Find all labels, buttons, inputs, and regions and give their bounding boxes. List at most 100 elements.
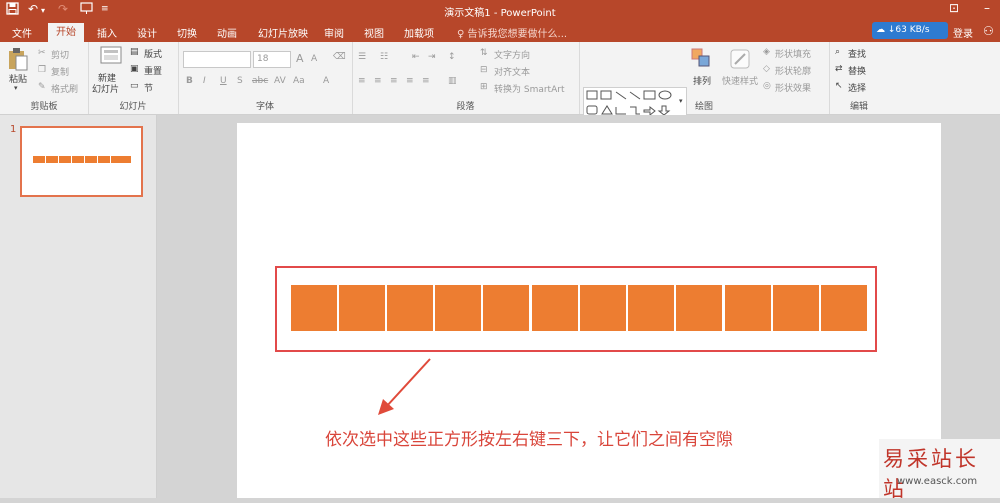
align-right-icon[interactable]: ≡ — [390, 76, 398, 86]
format-painter-icon[interactable]: ✎ — [38, 82, 46, 92]
italic-button[interactable]: I — [203, 76, 206, 86]
orange-square[interactable] — [773, 285, 819, 331]
align-center-icon[interactable]: ≡ — [374, 76, 382, 86]
char-spacing-button[interactable]: AV — [274, 76, 286, 86]
paste-button[interactable]: 粘贴 — [9, 72, 27, 85]
find-button[interactable]: 查找 — [848, 47, 866, 60]
network-speed-badge: ☁ ↓63 KB/s — [872, 22, 948, 39]
copy-icon[interactable]: ❐ — [38, 65, 46, 75]
tab-home[interactable]: 开始 — [48, 23, 84, 42]
orange-square[interactable] — [291, 285, 337, 331]
new-slide-button-line2[interactable]: 幻灯片 — [92, 82, 119, 95]
gallery-scroll-icon[interactable]: ▾ — [679, 97, 683, 105]
orange-square[interactable] — [676, 285, 722, 331]
text-direction-button[interactable]: 文字方向 — [494, 48, 530, 61]
distribute-icon[interactable]: ≡ — [422, 76, 430, 86]
shape-effects-button[interactable]: 形状效果 — [775, 81, 811, 94]
increase-indent-icon[interactable]: ⇥ — [428, 52, 436, 62]
shape-fill-button[interactable]: 形状填充 — [775, 47, 811, 60]
tab-view[interactable]: 视图 — [364, 25, 384, 40]
shadow-button[interactable]: S — [237, 76, 243, 86]
select-button[interactable]: 选择 — [848, 81, 866, 94]
paste-icon[interactable] — [8, 47, 28, 75]
slides-group: 新建 幻灯片 ▤ 版式 ▣ 重置 ▭ 节 幻灯片 — [88, 42, 179, 114]
orange-square[interactable] — [725, 285, 771, 331]
strikethrough-button[interactable]: abc — [252, 76, 268, 86]
align-text-button[interactable]: 对齐文本 — [494, 65, 530, 78]
section-button[interactable]: 节 — [144, 81, 153, 94]
quick-styles-icon[interactable] — [729, 48, 751, 73]
orange-square[interactable] — [435, 285, 481, 331]
justify-icon[interactable]: ≡ — [406, 76, 414, 86]
font-group: 18 A A ⌫ B I U S abc AV Aa A 字体 — [178, 42, 353, 114]
shape-fill-icon[interactable]: ◈ — [763, 47, 770, 57]
shape-outline-button[interactable]: 形状轮廓 — [775, 64, 811, 77]
clear-format-icon[interactable]: ⌫ — [333, 52, 346, 62]
user-icon[interactable]: ⚇ — [983, 24, 994, 38]
login-link[interactable]: 登录 — [953, 25, 973, 40]
cut-button[interactable]: 剪切 — [51, 48, 69, 61]
tab-design[interactable]: 设计 — [137, 25, 157, 40]
tab-insert[interactable]: 插入 — [97, 25, 117, 40]
grow-font-button[interactable]: A — [296, 52, 304, 65]
orange-square[interactable] — [483, 285, 529, 331]
tab-file[interactable]: 文件 — [12, 25, 32, 40]
shape-outline-icon[interactable]: ◇ — [763, 64, 770, 74]
minimize-icon[interactable]: – — [984, 1, 990, 15]
bold-button[interactable]: B — [186, 76, 193, 86]
cloud-icon: ☁ — [876, 25, 885, 35]
layout-icon[interactable]: ▤ — [130, 47, 139, 57]
format-painter-button[interactable]: 格式刷 — [51, 82, 78, 95]
orange-square[interactable] — [339, 285, 385, 331]
tab-addins[interactable]: 加载项 — [404, 25, 434, 40]
tab-review[interactable]: 审阅 — [324, 25, 344, 40]
layout-button[interactable]: 版式 — [144, 47, 162, 60]
copy-button[interactable]: 复制 — [51, 65, 69, 78]
align-text-icon[interactable]: ⊟ — [480, 65, 488, 75]
tell-me-box[interactable]: ♀ 告诉我您想要做什么... — [457, 25, 567, 40]
orange-square[interactable] — [387, 285, 433, 331]
slide-thumbnail[interactable] — [20, 126, 143, 197]
thumb-square — [46, 156, 58, 163]
change-case-button[interactable]: Aa — [293, 76, 305, 86]
orange-square[interactable] — [628, 285, 674, 331]
line-spacing-icon[interactable]: ↕ — [448, 52, 456, 62]
columns-icon[interactable]: ▥ — [448, 76, 457, 86]
smartart-icon[interactable]: ⊞ — [480, 82, 488, 92]
window-title: 演示文稿1 - PowerPoint — [444, 8, 556, 19]
font-size-field[interactable]: 18 — [253, 51, 291, 68]
reset-button[interactable]: 重置 — [144, 64, 162, 77]
shrink-font-button[interactable]: A — [311, 54, 317, 64]
tab-transitions[interactable]: 切换 — [177, 25, 197, 40]
orange-square[interactable] — [821, 285, 867, 331]
bullets-icon[interactable]: ☰ — [358, 52, 366, 62]
paste-dropdown-icon[interactable]: ▾ — [14, 84, 18, 92]
convert-smartart-button[interactable]: 转换为 SmartArt — [494, 82, 564, 95]
arrange-icon[interactable] — [691, 48, 711, 73]
ribbon-tabs: 文件 开始 插入 设计 切换 动画 幻灯片放映 审阅 视图 加载项 ♀ 告诉我您… — [0, 21, 1000, 42]
arrange-button[interactable]: 排列 — [693, 74, 711, 87]
restore-icon[interactable]: ⊡ — [949, 1, 959, 15]
align-left-icon[interactable]: ≡ — [358, 76, 366, 86]
quick-styles-button[interactable]: 快速样式 — [722, 74, 758, 87]
font-name-field[interactable] — [183, 51, 251, 68]
orange-square[interactable] — [580, 285, 626, 331]
section-icon[interactable]: ▭ — [130, 81, 139, 91]
orange-square[interactable] — [532, 285, 578, 331]
cut-icon[interactable]: ✂ — [38, 48, 46, 58]
new-slide-icon[interactable] — [100, 46, 122, 70]
numbering-icon[interactable]: ☷ — [380, 52, 388, 62]
decrease-indent-icon[interactable]: ⇤ — [412, 52, 420, 62]
replace-icon[interactable]: ⇄ — [835, 64, 843, 74]
clipboard-group-label: 剪贴板 — [30, 102, 58, 112]
tab-slideshow[interactable]: 幻灯片放映 — [258, 25, 308, 40]
tab-animations[interactable]: 动画 — [217, 25, 237, 40]
replace-button[interactable]: 替换 — [848, 64, 866, 77]
text-direction-icon[interactable]: ⇅ — [480, 48, 488, 58]
select-icon[interactable]: ↖ — [835, 81, 843, 91]
find-icon[interactable]: ⌕ — [835, 47, 840, 57]
reset-icon[interactable]: ▣ — [130, 64, 139, 74]
font-color-icon[interactable]: A — [323, 76, 329, 86]
underline-button[interactable]: U — [220, 76, 227, 86]
shape-effects-icon[interactable]: ◎ — [763, 81, 771, 91]
